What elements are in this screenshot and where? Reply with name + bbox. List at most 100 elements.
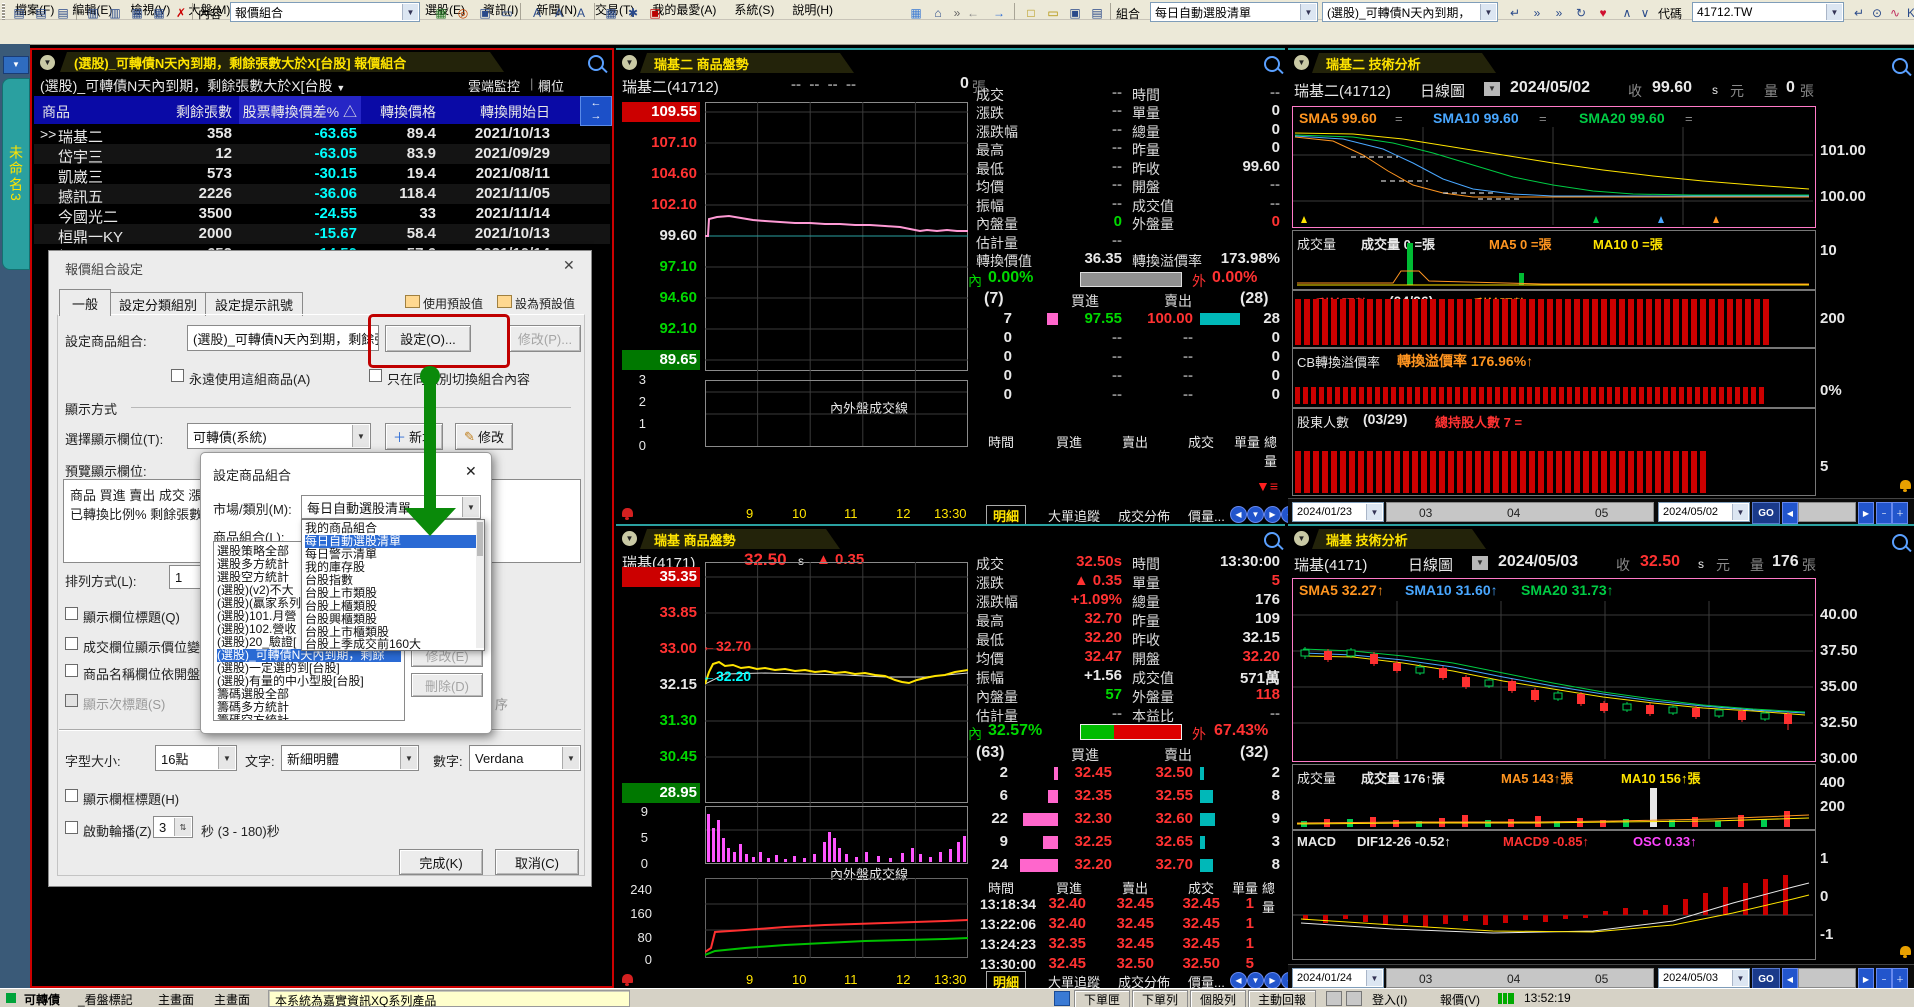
- back-icon[interactable]: ←: [962, 2, 984, 23]
- panel-menu-button[interactable]: ▼: [1294, 55, 1309, 70]
- group-item[interactable]: 籌碼空方統計: [217, 714, 401, 721]
- category-item[interactable]: 台股上櫃類股: [305, 600, 481, 613]
- subtab-down-icon[interactable]: ▼: [1247, 506, 1264, 523]
- apply-enter-icon[interactable]: ↵: [1504, 2, 1526, 23]
- scroll-right-icon[interactable]: ▶: [1858, 968, 1874, 990]
- export-icon[interactable]: »: [1548, 2, 1570, 23]
- ok-button[interactable]: 完成(K): [399, 849, 483, 875]
- product-group-combobox[interactable]: (選股)_可轉債N天內到期，剩餘張: [187, 325, 379, 351]
- zoom-in-icon[interactable]: ＋: [1892, 968, 1908, 990]
- panel-menu-button[interactable]: ▼: [1294, 531, 1309, 546]
- table-row[interactable]: 撼訊五 2226 -36.06 118.4 2021/11/05: [34, 184, 610, 204]
- zoom-panel-icon[interactable]: [588, 55, 604, 71]
- chevron-down-icon[interactable]: ▼: [402, 4, 418, 20]
- toolbar-handle[interactable]: [2, 3, 5, 20]
- layout-split-icon[interactable]: ▦: [148, 2, 170, 23]
- date-scrollbar[interactable]: 03 04 05: [1386, 968, 1654, 988]
- chart-hscroll[interactable]: [1798, 502, 1856, 522]
- zoom-panel-icon[interactable]: [1892, 534, 1908, 550]
- panel-title-tab[interactable]: 瑞基 商品盤勢: [640, 529, 840, 549]
- zoom-panel-icon[interactable]: [1892, 58, 1908, 74]
- date-to-combobox[interactable]: 2024/05/03▼: [1658, 968, 1750, 988]
- zoom-panel-icon[interactable]: [1264, 56, 1280, 72]
- modify-products-button[interactable]: 修改(P)...: [509, 325, 581, 352]
- zoom-panel-icon[interactable]: [1264, 532, 1280, 548]
- scroll-left-icon[interactable]: ◀: [1782, 968, 1798, 990]
- date-from-combobox[interactable]: 2024/01/24▼: [1292, 968, 1384, 988]
- add-grid-icon[interactable]: ▦: [430, 2, 452, 23]
- group-item[interactable]: 籌碼選股全部: [217, 688, 401, 701]
- expand-icon[interactable]: »: [1526, 2, 1548, 23]
- table-row[interactable]: >> 瑞基二 358 -63.65 89.4 2021/10/13: [34, 124, 610, 144]
- order-box-button[interactable]: 下單匣: [1074, 990, 1130, 1007]
- zoom-out-icon[interactable]: −: [1876, 502, 1892, 524]
- col-header-product[interactable]: 商品: [42, 102, 70, 122]
- panel-title-tab[interactable]: (選股)_可轉債N天內到期，剩餘張數大於X[台股] 報價組合: [60, 52, 504, 72]
- column-nav-icon[interactable]: ←→: [580, 96, 612, 126]
- strategy-combobox[interactable]: (選股)_可轉債N天內到期， ▼: [1322, 2, 1498, 22]
- panel-menu-button[interactable]: ▼: [40, 55, 55, 70]
- alert-bell-icon[interactable]: [622, 974, 633, 983]
- table-row[interactable]: 今國光二 3500 -24.55 33 2021/11/14: [34, 204, 610, 224]
- chevron-down-icon[interactable]: ▼: [1826, 4, 1842, 20]
- close-icon[interactable]: ✕: [563, 257, 575, 274]
- print-icon[interactable]: ▤: [1086, 2, 1108, 23]
- chevron-down-icon[interactable]: ▼: [1366, 970, 1382, 986]
- table-row[interactable]: 岱宇三 12 -63.05 83.9 2021/09/29: [34, 144, 610, 164]
- quote-mode-button[interactable]: 報價(V): [1440, 991, 1480, 1007]
- show-header-checkbox[interactable]: [65, 607, 78, 620]
- subtab-prev-icon[interactable]: ◀: [1230, 972, 1247, 989]
- workspace-tab[interactable]: _看盤標記: [78, 991, 133, 1007]
- cancel-button[interactable]: 取消(C): [495, 849, 579, 875]
- font-size-combobox[interactable]: 16點▼: [155, 745, 237, 771]
- subtab-prev-icon[interactable]: ◀: [1230, 506, 1247, 523]
- edit-field-button[interactable]: ✎修改: [455, 423, 513, 450]
- num-font-combobox[interactable]: Verdana▼: [469, 745, 581, 771]
- panel-title-tab[interactable]: 瑞基 技術分析: [1312, 529, 1486, 549]
- refresh-icon[interactable]: ↻: [1570, 2, 1592, 23]
- always-use-checkbox[interactable]: [171, 369, 184, 382]
- subtab-next-icon[interactable]: ▶: [1264, 972, 1281, 989]
- date-to-combobox[interactable]: 2024/05/02▼: [1658, 502, 1750, 522]
- tab-alerts[interactable]: 設定提示訊號: [205, 292, 303, 316]
- workspace-tab[interactable]: 主畫面: [214, 991, 250, 1007]
- window-icon[interactable]: ▭: [496, 2, 518, 23]
- chevron-down-icon[interactable]: ▼: [562, 747, 579, 769]
- alarm-bell-icon[interactable]: [1900, 946, 1911, 955]
- dropdown-scrollbar[interactable]: [476, 520, 484, 648]
- kline-icon[interactable]: K: [1900, 2, 1914, 23]
- tab-general[interactable]: 一般: [59, 289, 111, 316]
- col-header-remaining[interactable]: 剩餘張數: [144, 102, 232, 122]
- category-dropdown-list[interactable]: 我的商品組合 每日自動選股清單 每日警示清單 我的庫存股 台股指數 台股上市類股…: [301, 519, 485, 651]
- col-header-diff[interactable]: 股票轉換價差% △: [239, 102, 357, 122]
- next-symbol-icon[interactable]: ∨: [1634, 2, 1656, 23]
- table-row[interactable]: 桓鼎一KY 2000 -15.67 58.4 2021/10/13: [34, 224, 610, 244]
- panes-icon[interactable]: ▦: [600, 2, 622, 23]
- group-item[interactable]: (選股)一定選的到[台股]: [217, 662, 401, 675]
- lock-icon[interactable]: ▣: [474, 2, 496, 23]
- column-settings-button[interactable]: 欄位: [538, 76, 564, 95]
- alarm-bell-icon[interactable]: [1900, 480, 1911, 489]
- settings-gear-icon[interactable]: ✱: [622, 2, 644, 23]
- category-item[interactable]: 台股上季成交前160大: [305, 638, 481, 651]
- chevron-down-icon[interactable]: ▼: [352, 425, 369, 447]
- go-button[interactable]: GO: [1752, 502, 1780, 524]
- layout-cols-icon[interactable]: ▥: [104, 2, 126, 23]
- scroll-right-icon[interactable]: ▶: [1858, 502, 1874, 524]
- rotate-seconds-stepper[interactable]: 3⇅: [153, 816, 193, 838]
- panel-menu-button[interactable]: ▼: [622, 531, 637, 546]
- alert-bell-icon[interactable]: [622, 508, 633, 517]
- order-monitor-icon[interactable]: [1054, 991, 1070, 1006]
- chevron-down-icon[interactable]: ▼: [218, 747, 235, 769]
- quote-group-selector[interactable]: (選股)_可轉債N天內到期，剩餘張數大於X[台股 ▼: [40, 76, 345, 96]
- forward-icon[interactable]: →: [988, 2, 1010, 23]
- date-scrollbar[interactable]: 03 04 05: [1386, 502, 1654, 522]
- go-button[interactable]: GO: [1752, 968, 1780, 990]
- menu-help[interactable]: 說明(H): [783, 0, 842, 19]
- stock-list-button[interactable]: 個股列: [1190, 990, 1246, 1007]
- scrollbar-thumb[interactable]: [477, 522, 483, 556]
- period-dropdown-icon[interactable]: ▼: [1484, 82, 1500, 96]
- content-combobox[interactable]: 報價組合 ▼: [230, 2, 420, 22]
- category-item[interactable]: 每日警示清單: [305, 548, 481, 561]
- panel-title-tab[interactable]: 瑞基二 技術分析: [1312, 53, 1496, 73]
